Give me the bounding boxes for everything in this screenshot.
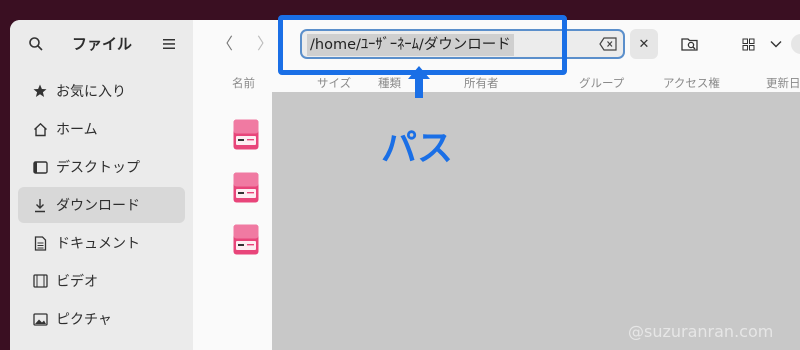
sidebar-item-label: ピクチャ [56, 312, 112, 328]
sidebar-item-documents[interactable]: ドキュメント [18, 225, 185, 261]
screen: ファイル お気に入り ホーム デスクトップ ダウンロード ドキュメント ビデオ … [0, 0, 800, 350]
column-header-modified[interactable]: 更新日 [766, 75, 800, 91]
chevron-down-icon[interactable] [766, 34, 786, 54]
sidebar-item-desktop[interactable]: デスクトップ [18, 149, 185, 185]
sidebar-item-label: ダウンロード [56, 198, 140, 214]
document-icon [32, 235, 48, 251]
sidebar-item-label: デスクトップ [56, 160, 140, 176]
sidebar-header: ファイル [10, 20, 193, 68]
grid-view-icon[interactable] [738, 34, 758, 54]
sidebar-item-favorites[interactable]: お気に入り [18, 73, 185, 109]
sidebar-item-label: お気に入り [56, 84, 126, 100]
video-icon [32, 273, 48, 289]
sidebar-item-pictures[interactable]: ピクチャ [18, 301, 185, 337]
forward-button[interactable]: 〉 [255, 34, 275, 54]
sidebar-item-label: ビデオ [56, 274, 98, 290]
column-header-type[interactable]: 種類 [378, 75, 401, 91]
sidebar-item-downloads[interactable]: ダウンロード [18, 187, 185, 223]
column-header-group[interactable]: グループ [579, 75, 624, 91]
more-options-icon[interactable] [791, 34, 800, 54]
star-icon [32, 83, 48, 99]
arrow-up-icon [408, 66, 430, 98]
clear-text-icon[interactable] [599, 37, 617, 51]
watermark: @suzuranran.com [628, 322, 774, 341]
column-header-name[interactable]: 名前 [232, 75, 255, 91]
search-icon[interactable] [28, 36, 44, 52]
search-folder-icon[interactable] [680, 34, 700, 54]
annotation-label: パス [381, 128, 454, 169]
sidebar-item-label: ドキュメント [56, 236, 140, 252]
gray-mask-overlay [272, 92, 800, 350]
close-path-button[interactable]: ✕ [630, 29, 658, 59]
sidebar-item-label: ホーム [56, 122, 98, 138]
column-header-permissions[interactable]: アクセス権 [663, 75, 720, 91]
column-header-owner[interactable]: 所有者 [464, 75, 499, 91]
back-button[interactable]: 〈 [215, 34, 235, 54]
sidebar: ファイル お気に入り ホーム デスクトップ ダウンロード ドキュメント ビデオ … [10, 20, 193, 350]
app-title: ファイル [72, 35, 133, 53]
menu-icon[interactable] [162, 38, 176, 50]
picture-icon [32, 311, 48, 327]
close-icon: ✕ [638, 36, 650, 52]
drive-file-icon [233, 224, 259, 255]
drive-file-icon [233, 119, 259, 150]
home-icon [32, 121, 48, 137]
sidebar-item-home[interactable]: ホーム [18, 111, 185, 147]
column-header-size[interactable]: サイズ [317, 75, 351, 91]
download-icon [32, 197, 48, 213]
drive-file-icon [233, 172, 259, 203]
desktop-icon [32, 159, 48, 175]
sidebar-item-videos[interactable]: ビデオ [18, 263, 185, 299]
